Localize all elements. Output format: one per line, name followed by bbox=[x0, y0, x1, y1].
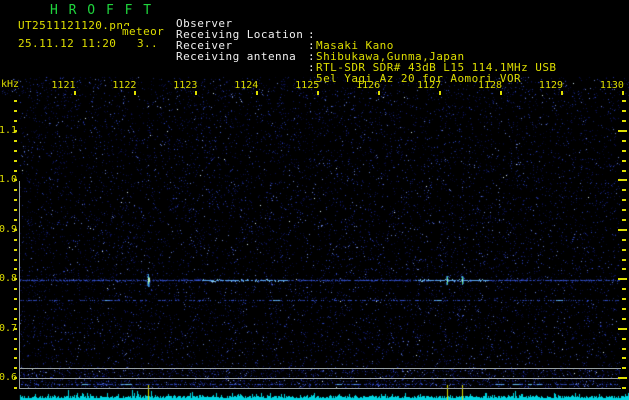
x-axis-tick bbox=[439, 91, 442, 95]
y-axis-tick-right bbox=[622, 357, 626, 360]
y-axis-tick-right bbox=[622, 367, 626, 370]
y-axis-tick-left bbox=[14, 278, 17, 281]
y-axis-tick-right bbox=[622, 387, 626, 390]
info-colon: : bbox=[308, 61, 316, 74]
y-axis-tick-right bbox=[618, 327, 627, 330]
y-axis-tick-left bbox=[14, 377, 17, 380]
x-axis-tick-label: 1123 bbox=[173, 80, 198, 91]
y-axis-tick-right bbox=[622, 238, 626, 241]
x-axis-tick-label: 1127 bbox=[417, 80, 442, 91]
y-axis-tick-left bbox=[14, 248, 17, 251]
x-axis-tick-label: 1124 bbox=[234, 80, 259, 91]
y-axis-tick-right bbox=[622, 199, 626, 202]
y-axis-tick-right bbox=[622, 149, 626, 152]
y-axis-tick-right bbox=[622, 218, 626, 221]
x-axis-tick bbox=[195, 91, 198, 95]
y-axis-tick-right bbox=[618, 377, 627, 380]
y-axis-tick-left bbox=[14, 337, 17, 340]
y-axis-tick-left bbox=[14, 367, 17, 370]
y-axis-tick-right bbox=[622, 169, 626, 172]
y-axis-tick-right bbox=[622, 248, 626, 251]
y-axis-tick-left bbox=[14, 189, 17, 192]
x-axis-tick bbox=[73, 91, 76, 95]
y-axis-tick-right bbox=[622, 317, 626, 320]
x-axis-tick bbox=[378, 91, 381, 95]
y-axis-tick-right bbox=[622, 347, 626, 350]
x-axis-tick-label: 1126 bbox=[356, 80, 381, 91]
x-axis-tick-label: 1121 bbox=[51, 80, 76, 91]
info-label: Receiving antenna bbox=[176, 50, 297, 63]
y-axis-tick-right bbox=[622, 120, 626, 123]
y-axis-tick-left bbox=[14, 327, 17, 330]
x-axis-tick bbox=[256, 91, 259, 95]
y-axis-tick-right bbox=[618, 179, 627, 182]
info-row-receiver: Receiver : RTL-SDR SDR# 43dB L15 114.1MH… bbox=[0, 29, 629, 73]
y-axis-tick-right bbox=[622, 268, 626, 271]
y-axis-tick-left bbox=[14, 139, 17, 142]
y-axis-tick-left bbox=[14, 228, 17, 231]
y-axis-tick-left bbox=[14, 258, 17, 261]
x-axis-tick-label: 1128 bbox=[477, 80, 503, 91]
y-axis-tick-right bbox=[622, 159, 626, 162]
y-axis-tick-left bbox=[14, 387, 17, 390]
y-axis-tick-left bbox=[14, 218, 17, 221]
y-axis-unit-label: kHz bbox=[1, 79, 20, 90]
detect-band-lower-line bbox=[19, 378, 621, 379]
y-axis-tick-left bbox=[14, 357, 17, 360]
y-axis-tick-left bbox=[14, 110, 17, 113]
x-axis-tick-label: 1130 bbox=[599, 80, 624, 91]
y-axis-tick-left bbox=[14, 317, 17, 320]
x-axis-tick-label: 1122 bbox=[112, 80, 137, 91]
y-axis-tick-left bbox=[14, 307, 17, 310]
detect-band-upper-line bbox=[19, 368, 621, 369]
y-axis-tick-right bbox=[618, 130, 627, 132]
trace-top-line bbox=[19, 388, 621, 389]
info-row-location: Receiving Location : Shibukawa,Gunma,Jap… bbox=[0, 18, 629, 62]
y-axis-tick-right bbox=[622, 209, 626, 212]
info-row-antenna: Receiving antenna : 5el Yagi Az 20 for A… bbox=[0, 40, 629, 84]
plot-left-border bbox=[19, 181, 20, 389]
y-axis-tick-left bbox=[14, 179, 17, 182]
y-axis-tick-left bbox=[14, 120, 17, 123]
y-axis-tick-right bbox=[618, 228, 627, 231]
info-row-observer: Observer : Masaki Kano bbox=[0, 7, 629, 51]
x-axis-tick bbox=[500, 91, 503, 95]
x-axis-tick bbox=[134, 91, 137, 95]
x-axis-tick-label: 1129 bbox=[538, 80, 564, 91]
y-axis-tick-right bbox=[622, 307, 626, 310]
y-axis-tick-left bbox=[14, 149, 17, 152]
y-axis-tick-left bbox=[14, 347, 17, 350]
y-axis-tick-right bbox=[622, 288, 626, 291]
y-axis-tick-right bbox=[622, 298, 626, 301]
y-axis-tick-left bbox=[14, 238, 17, 241]
x-axis-tick bbox=[317, 91, 320, 95]
y-axis-tick-left bbox=[14, 288, 17, 291]
y-axis-tick-right bbox=[622, 110, 626, 113]
x-axis-tick-label: 1125 bbox=[295, 80, 320, 91]
y-axis-tick-left bbox=[14, 199, 17, 202]
y-axis-tick-right bbox=[622, 337, 626, 340]
y-axis-tick-right bbox=[618, 278, 627, 281]
y-axis-tick-left bbox=[14, 209, 17, 212]
y-axis-tick-left bbox=[14, 130, 17, 132]
y-axis-tick-right bbox=[622, 139, 626, 142]
y-axis-tick-left bbox=[14, 298, 17, 301]
y-axis-tick-right bbox=[622, 100, 626, 103]
y-axis-tick-right bbox=[622, 258, 626, 261]
hrofft-window: H R O F F T UT2511121120.png meteor 25.1… bbox=[0, 0, 629, 400]
x-axis-tick bbox=[561, 91, 564, 95]
y-axis-tick-left bbox=[14, 159, 17, 162]
y-axis-tick-left bbox=[14, 100, 17, 103]
y-axis-tick-left bbox=[14, 268, 17, 271]
y-axis-tick-left bbox=[14, 169, 17, 172]
y-axis-tick-right bbox=[622, 189, 626, 192]
x-axis-tick bbox=[621, 91, 624, 95]
